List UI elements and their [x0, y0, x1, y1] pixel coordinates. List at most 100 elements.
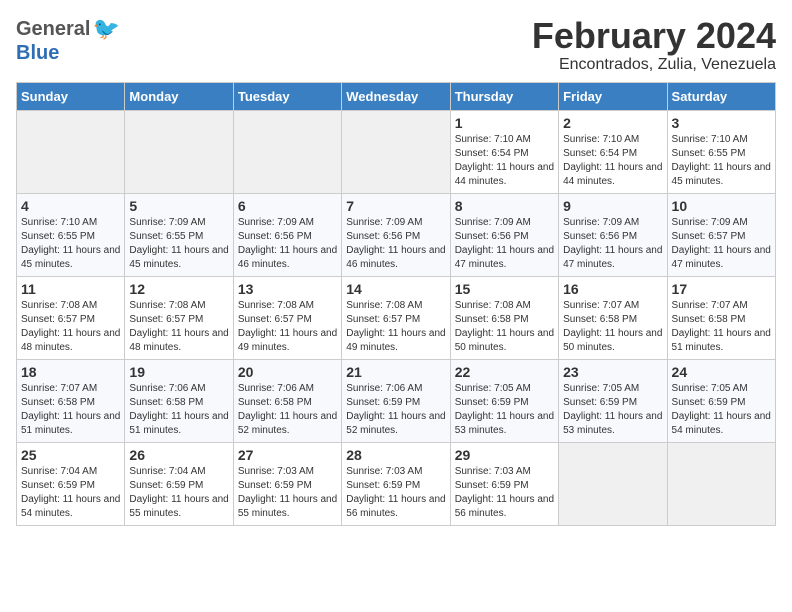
calendar-header-row: SundayMondayTuesdayWednesdayThursdayFrid…	[17, 82, 776, 110]
calendar-cell: 3 Sunrise: 7:10 AMSunset: 6:55 PMDaylight…	[667, 110, 775, 193]
header-day-wednesday: Wednesday	[342, 82, 450, 110]
calendar-week-2: 4Sunrise: 7:10 AMSunset: 6:55 PMDaylight…	[17, 193, 776, 276]
calendar-cell: 6 Sunrise: 7:09 AMSunset: 6:56 PMDaylight…	[233, 193, 341, 276]
day-info: Sunrise: 7:10 AMSunset: 6:55 PMDaylight:…	[672, 133, 771, 189]
day-info: Sunrise: 7:04 AMSunset: 6:59 PMDaylight:…	[129, 465, 228, 521]
day-info: Sunrise: 7:08 AMSunset: 6:57 PMDaylight:…	[238, 299, 337, 355]
calendar-cell: 7Sunrise: 7:09 AMSunset: 6:56 PMDaylight…	[342, 193, 450, 276]
day-number: 23	[563, 364, 662, 380]
calendar-table: SundayMondayTuesdayWednesdayThursdayFrid…	[16, 82, 776, 526]
day-info: Sunrise: 7:07 AMSunset: 6:58 PMDaylight:…	[21, 382, 120, 438]
header-day-tuesday: Tuesday	[233, 82, 341, 110]
calendar-week-5: 25Sunrise: 7:04 AMSunset: 6:59 PMDayligh…	[17, 442, 776, 525]
day-info: Sunrise: 7:08 AMSunset: 6:58 PMDaylight:…	[455, 299, 554, 355]
calendar-cell: 16 Sunrise: 7:07 AMSunset: 6:58 PMDayligh…	[559, 276, 667, 359]
day-info: Sunrise: 7:06 AMSunset: 6:58 PMDaylight:…	[129, 382, 228, 438]
header: General 🐦 Blue February 2024 Encontrados…	[16, 16, 776, 74]
logo-blue-text: Blue	[16, 42, 59, 65]
day-info: Sunrise: 7:09 AMSunset: 6:55 PMDaylight:…	[129, 216, 228, 272]
day-info: Sunrise: 7:06 AMSunset: 6:58 PMDaylight:…	[238, 382, 337, 438]
calendar-cell	[125, 110, 233, 193]
day-number: 29	[455, 447, 554, 463]
day-number: 27	[238, 447, 337, 463]
day-info: Sunrise: 7:10 AMSunset: 6:54 PMDaylight:…	[455, 133, 554, 189]
day-info: Sunrise: 7:07 AMSunset: 6:58 PMDaylight:…	[563, 299, 662, 355]
day-number: 3	[672, 115, 771, 131]
calendar-cell: 1 Sunrise: 7:10 AMSunset: 6:54 PMDaylight…	[450, 110, 558, 193]
day-number: 26	[129, 447, 228, 463]
calendar-cell: 27 Sunrise: 7:03 AMSunset: 6:59 PMDayligh…	[233, 442, 341, 525]
day-number: 24	[672, 364, 771, 380]
day-number: 16	[563, 281, 662, 297]
day-info: Sunrise: 7:10 AMSunset: 6:55 PMDaylight:…	[21, 216, 120, 272]
day-number: 19	[129, 364, 228, 380]
calendar-cell: 13 Sunrise: 7:08 AMSunset: 6:57 PMDayligh…	[233, 276, 341, 359]
day-number: 21	[346, 364, 445, 380]
day-info: Sunrise: 7:05 AMSunset: 6:59 PMDaylight:…	[672, 382, 771, 438]
logo: General 🐦 Blue	[16, 16, 120, 65]
day-number: 14	[346, 281, 445, 297]
day-info: Sunrise: 7:08 AMSunset: 6:57 PMDaylight:…	[129, 299, 228, 355]
calendar-cell: 14 Sunrise: 7:08 AMSunset: 6:57 PMDayligh…	[342, 276, 450, 359]
header-day-friday: Friday	[559, 82, 667, 110]
calendar-week-3: 11 Sunrise: 7:08 AMSunset: 6:57 PMDayligh…	[17, 276, 776, 359]
day-info: Sunrise: 7:04 AMSunset: 6:59 PMDaylight:…	[21, 465, 120, 521]
calendar-cell: 9 Sunrise: 7:09 AMSunset: 6:56 PMDaylight…	[559, 193, 667, 276]
calendar-subtitle: Encontrados, Zulia, Venezuela	[532, 56, 776, 74]
calendar-week-4: 18Sunrise: 7:07 AMSunset: 6:58 PMDayligh…	[17, 359, 776, 442]
day-info: Sunrise: 7:05 AMSunset: 6:59 PMDaylight:…	[563, 382, 662, 438]
calendar-cell: 21Sunrise: 7:06 AMSunset: 6:59 PMDayligh…	[342, 359, 450, 442]
calendar-cell: 25Sunrise: 7:04 AMSunset: 6:59 PMDayligh…	[17, 442, 125, 525]
day-number: 22	[455, 364, 554, 380]
day-info: Sunrise: 7:07 AMSunset: 6:58 PMDaylight:…	[672, 299, 771, 355]
calendar-title: February 2024	[532, 16, 776, 56]
calendar-week-1: 1 Sunrise: 7:10 AMSunset: 6:54 PMDaylight…	[17, 110, 776, 193]
calendar-cell: 20 Sunrise: 7:06 AMSunset: 6:58 PMDayligh…	[233, 359, 341, 442]
day-number: 20	[238, 364, 337, 380]
logo-general-text: General	[16, 18, 90, 41]
day-number: 8	[455, 198, 554, 214]
calendar-cell: 15 Sunrise: 7:08 AMSunset: 6:58 PMDayligh…	[450, 276, 558, 359]
day-info: Sunrise: 7:03 AMSunset: 6:59 PMDaylight:…	[238, 465, 337, 521]
calendar-cell	[233, 110, 341, 193]
day-number: 10	[672, 198, 771, 214]
day-number: 13	[238, 281, 337, 297]
day-info: Sunrise: 7:05 AMSunset: 6:59 PMDaylight:…	[455, 382, 554, 438]
day-number: 15	[455, 281, 554, 297]
day-number: 17	[672, 281, 771, 297]
calendar-cell	[667, 442, 775, 525]
header-day-saturday: Saturday	[667, 82, 775, 110]
day-info: Sunrise: 7:09 AMSunset: 6:56 PMDaylight:…	[455, 216, 554, 272]
calendar-cell: 5Sunrise: 7:09 AMSunset: 6:55 PMDaylight…	[125, 193, 233, 276]
calendar-cell: 4Sunrise: 7:10 AMSunset: 6:55 PMDaylight…	[17, 193, 125, 276]
logo-bird-icon: 🐦	[92, 16, 119, 42]
calendar-cell: 19 Sunrise: 7:06 AMSunset: 6:58 PMDayligh…	[125, 359, 233, 442]
day-number: 6	[238, 198, 337, 214]
day-number: 12	[129, 281, 228, 297]
day-info: Sunrise: 7:09 AMSunset: 6:56 PMDaylight:…	[238, 216, 337, 272]
day-info: Sunrise: 7:08 AMSunset: 6:57 PMDaylight:…	[346, 299, 445, 355]
calendar-cell: 12 Sunrise: 7:08 AMSunset: 6:57 PMDayligh…	[125, 276, 233, 359]
day-number: 9	[563, 198, 662, 214]
day-number: 11	[21, 281, 120, 297]
calendar-cell: 10 Sunrise: 7:09 AMSunset: 6:57 PMDayligh…	[667, 193, 775, 276]
day-number: 2	[563, 115, 662, 131]
day-info: Sunrise: 7:09 AMSunset: 6:56 PMDaylight:…	[563, 216, 662, 272]
day-info: Sunrise: 7:08 AMSunset: 6:57 PMDaylight:…	[21, 299, 120, 355]
calendar-cell: 18Sunrise: 7:07 AMSunset: 6:58 PMDayligh…	[17, 359, 125, 442]
day-info: Sunrise: 7:09 AMSunset: 6:57 PMDaylight:…	[672, 216, 771, 272]
calendar-cell	[17, 110, 125, 193]
day-number: 1	[455, 115, 554, 131]
day-info: Sunrise: 7:10 AMSunset: 6:54 PMDaylight:…	[563, 133, 662, 189]
calendar-cell: 29 Sunrise: 7:03 AMSunset: 6:59 PMDayligh…	[450, 442, 558, 525]
calendar-cell: 2 Sunrise: 7:10 AMSunset: 6:54 PMDaylight…	[559, 110, 667, 193]
header-day-monday: Monday	[125, 82, 233, 110]
day-info: Sunrise: 7:03 AMSunset: 6:59 PMDaylight:…	[346, 465, 445, 521]
calendar-cell: 23 Sunrise: 7:05 AMSunset: 6:59 PMDayligh…	[559, 359, 667, 442]
calendar-cell: 26 Sunrise: 7:04 AMSunset: 6:59 PMDayligh…	[125, 442, 233, 525]
day-info: Sunrise: 7:03 AMSunset: 6:59 PMDaylight:…	[455, 465, 554, 521]
calendar-cell: 8 Sunrise: 7:09 AMSunset: 6:56 PMDaylight…	[450, 193, 558, 276]
calendar-cell: 22 Sunrise: 7:05 AMSunset: 6:59 PMDayligh…	[450, 359, 558, 442]
calendar-cell: 28Sunrise: 7:03 AMSunset: 6:59 PMDayligh…	[342, 442, 450, 525]
calendar-cell: 24 Sunrise: 7:05 AMSunset: 6:59 PMDayligh…	[667, 359, 775, 442]
